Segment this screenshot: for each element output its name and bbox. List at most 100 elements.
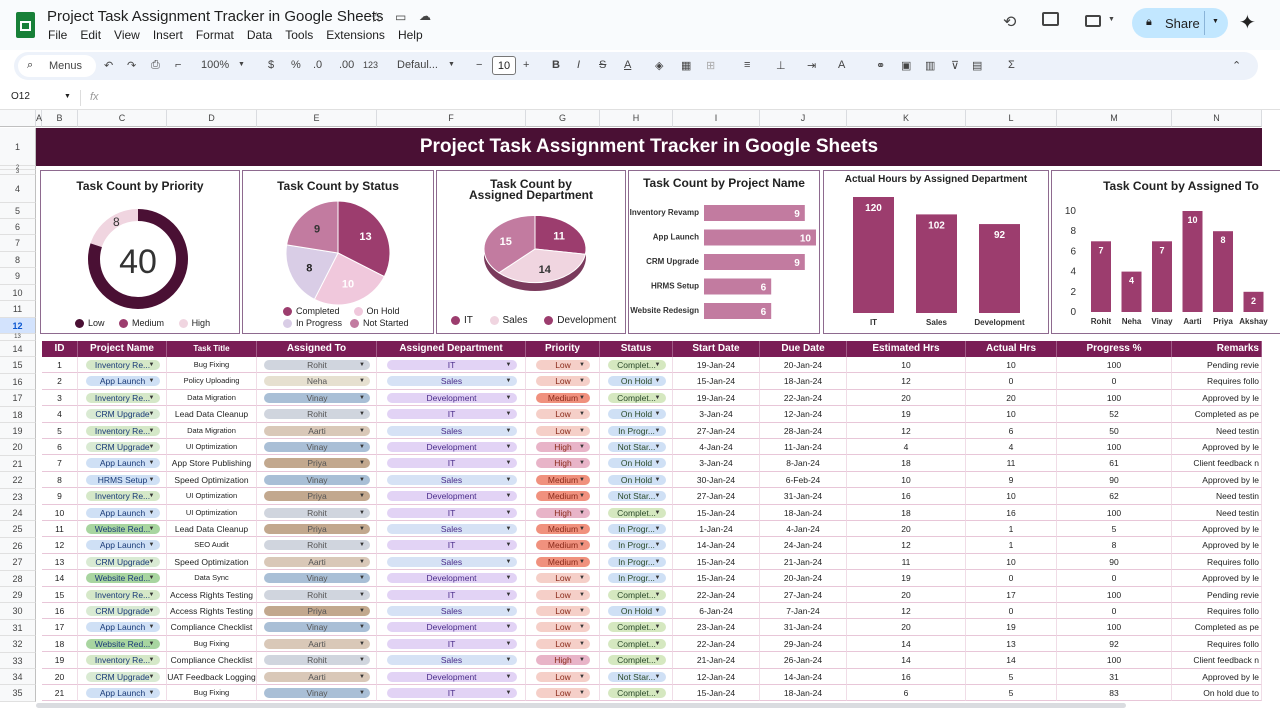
chevron-down-icon[interactable]: ▼ — [506, 360, 512, 370]
dropdown-chip[interactable]: On Hold ▼ — [607, 376, 666, 387]
chevron-down-icon[interactable]: ▼ — [655, 475, 661, 485]
table-cell[interactable]: IT ▼ — [377, 455, 526, 472]
table-cell[interactable]: Bug Fixing — [167, 357, 257, 374]
functions-icon[interactable]: Σ — [1008, 59, 1015, 71]
column-header[interactable]: M — [1057, 110, 1172, 127]
table-cell[interactable]: CRM Upgrade ▼ — [78, 439, 167, 456]
chart-assignee[interactable]: Task Count by Assigned To 10 8 6 4 2 0 7 Rohit 4… — [1051, 170, 1280, 334]
table-cell[interactable]: Need testin — [1172, 422, 1262, 439]
table-cell[interactable]: 11 — [847, 553, 966, 571]
chevron-down-icon[interactable]: ▼ — [149, 360, 155, 370]
table-cell[interactable]: IT ▼ — [377, 537, 526, 554]
meet-icon[interactable] — [1085, 15, 1101, 27]
table-cell[interactable]: 1-Jan-24 — [673, 521, 760, 538]
dropdown-chip[interactable]: App Launch ▼ — [85, 376, 160, 387]
chevron-down-icon[interactable]: ▼ — [149, 458, 155, 468]
dropdown-chip[interactable]: Low ▼ — [536, 573, 590, 584]
table-cell[interactable]: 28-Jan-24 — [760, 422, 847, 439]
chevron-down-icon[interactable]: ▼ — [579, 508, 585, 518]
table-cell[interactable]: Inventory Re... ▼ — [78, 586, 167, 603]
table-cell[interactable]: Low ▼ — [526, 422, 600, 439]
document-title[interactable]: Project Task Assignment Tracker in Googl… — [47, 8, 384, 25]
table-cell[interactable]: On Hold ▼ — [600, 455, 673, 472]
chevron-down-icon[interactable]: ▼ — [149, 573, 155, 583]
table-cell[interactable]: Rohit ▼ — [257, 406, 377, 423]
dropdown-chip[interactable]: IT ▼ — [386, 589, 517, 600]
chevron-down-icon[interactable]: ▼ — [149, 639, 155, 649]
dropdown-chip[interactable]: On Hold ▼ — [607, 458, 666, 469]
table-cell[interactable]: Inventory Re... ▼ — [78, 488, 167, 505]
chevron-down-icon[interactable]: ▼ — [149, 557, 155, 567]
chevron-down-icon[interactable]: ▼ — [579, 606, 585, 616]
table-header-cell[interactable]: ID — [42, 341, 78, 357]
table-cell[interactable]: IT ▼ — [377, 406, 526, 423]
column-header[interactable]: C — [78, 110, 167, 127]
dropdown-chip[interactable]: Not Star... ▼ — [607, 671, 666, 682]
name-box[interactable]: O12 — [11, 91, 30, 102]
table-cell[interactable]: Vinay ▼ — [257, 389, 377, 407]
table-cell[interactable]: IT ▼ — [377, 685, 526, 702]
redo-icon[interactable]: ↷ — [127, 59, 136, 72]
table-cell[interactable]: Aarti ▼ — [257, 553, 377, 571]
chevron-down-icon[interactable]: ▼ — [506, 458, 512, 468]
dropdown-chip[interactable]: Development ▼ — [386, 622, 517, 633]
table-cell[interactable]: Priya ▼ — [257, 603, 377, 620]
dropdown-chip[interactable]: Sales ▼ — [386, 376, 517, 387]
table-cell[interactable]: Approved by le — [1172, 668, 1262, 685]
chevron-down-icon[interactable]: ▼ — [506, 622, 512, 632]
column-header[interactable]: J — [760, 110, 847, 127]
chevron-down-icon[interactable]: ▼ — [655, 376, 661, 386]
chevron-down-icon[interactable]: ▼ — [579, 426, 585, 436]
row-header[interactable]: 21 — [0, 455, 36, 473]
dropdown-chip[interactable]: IT ▼ — [386, 688, 517, 698]
horizontal-scrollbar[interactable] — [36, 703, 1126, 708]
chevron-down-icon[interactable]: ▼ — [149, 376, 155, 386]
dropdown-chip[interactable]: CRM Upgrade ▼ — [85, 606, 160, 616]
chevron-down-icon[interactable]: ▼ — [579, 688, 585, 698]
chart-project[interactable]: Task Count by Project Name Inventory Rev… — [628, 170, 820, 334]
chevron-down-icon[interactable]: ▼ — [149, 524, 155, 534]
table-cell[interactable]: 0 — [966, 603, 1057, 620]
table-cell[interactable]: Low ▼ — [526, 570, 600, 587]
zoom-dropdown-icon[interactable]: ▼ — [238, 61, 245, 68]
dropdown-chip[interactable]: Vinay ▼ — [264, 688, 370, 698]
chevron-down-icon[interactable]: ▼ — [506, 524, 512, 534]
borders-icon[interactable]: ▦ — [681, 59, 691, 72]
table-cell[interactable]: 4 — [966, 439, 1057, 456]
table-cell[interactable]: HRMS Setup ▼ — [78, 471, 167, 489]
table-cell[interactable]: Low ▼ — [526, 357, 600, 374]
table-cell[interactable]: Lead Data Cleanup — [167, 406, 257, 423]
table-cell[interactable]: Access Rights Testing — [167, 603, 257, 620]
dropdown-chip[interactable]: Low ▼ — [536, 589, 590, 600]
chevron-down-icon[interactable]: ▼ — [579, 376, 585, 386]
row-header[interactable]: 11 — [0, 301, 36, 318]
dropdown-chip[interactable]: IT ▼ — [386, 540, 517, 551]
dropdown-chip[interactable]: Vinay ▼ — [264, 474, 370, 485]
table-cell[interactable]: 100 — [1057, 389, 1172, 407]
row-header[interactable]: 29 — [0, 587, 36, 604]
table-cell[interactable]: Medium ▼ — [526, 471, 600, 489]
table-cell[interactable]: 8-Jan-24 — [760, 455, 847, 472]
dropdown-chip[interactable]: Low ▼ — [536, 688, 590, 698]
select-all-corner[interactable] — [0, 110, 36, 127]
table-cell[interactable]: Sales ▼ — [377, 553, 526, 571]
table-cell[interactable]: On hold due to — [1172, 685, 1262, 702]
row-header[interactable]: 7 — [0, 235, 36, 252]
dropdown-chip[interactable]: App Launch ▼ — [85, 458, 160, 469]
dropdown-chip[interactable]: Complet... ▼ — [607, 507, 666, 518]
table-cell[interactable]: Inventory Re... ▼ — [78, 389, 167, 407]
table-cell[interactable]: 14 — [966, 652, 1057, 669]
table-cell[interactable]: App Launch ▼ — [78, 685, 167, 702]
chevron-down-icon[interactable]: ▼ — [506, 376, 512, 386]
share-button[interactable]: 🔒︎ Share ▼ — [1132, 8, 1228, 38]
dropdown-chip[interactable]: Development ▼ — [386, 671, 517, 682]
table-cell[interactable]: 16 — [966, 504, 1057, 521]
column-header[interactable]: H — [600, 110, 673, 127]
table-cell[interactable]: Speed Optimization — [167, 471, 257, 489]
table-cell[interactable]: 61 — [1057, 455, 1172, 472]
table-cell[interactable]: UI Optimization — [167, 439, 257, 456]
table-cell[interactable]: Completed as pe — [1172, 619, 1262, 636]
row-header[interactable]: 28 — [0, 570, 36, 587]
table-cell[interactable]: 11-Jan-24 — [760, 439, 847, 456]
dropdown-chip[interactable]: Aarti ▼ — [264, 556, 370, 567]
